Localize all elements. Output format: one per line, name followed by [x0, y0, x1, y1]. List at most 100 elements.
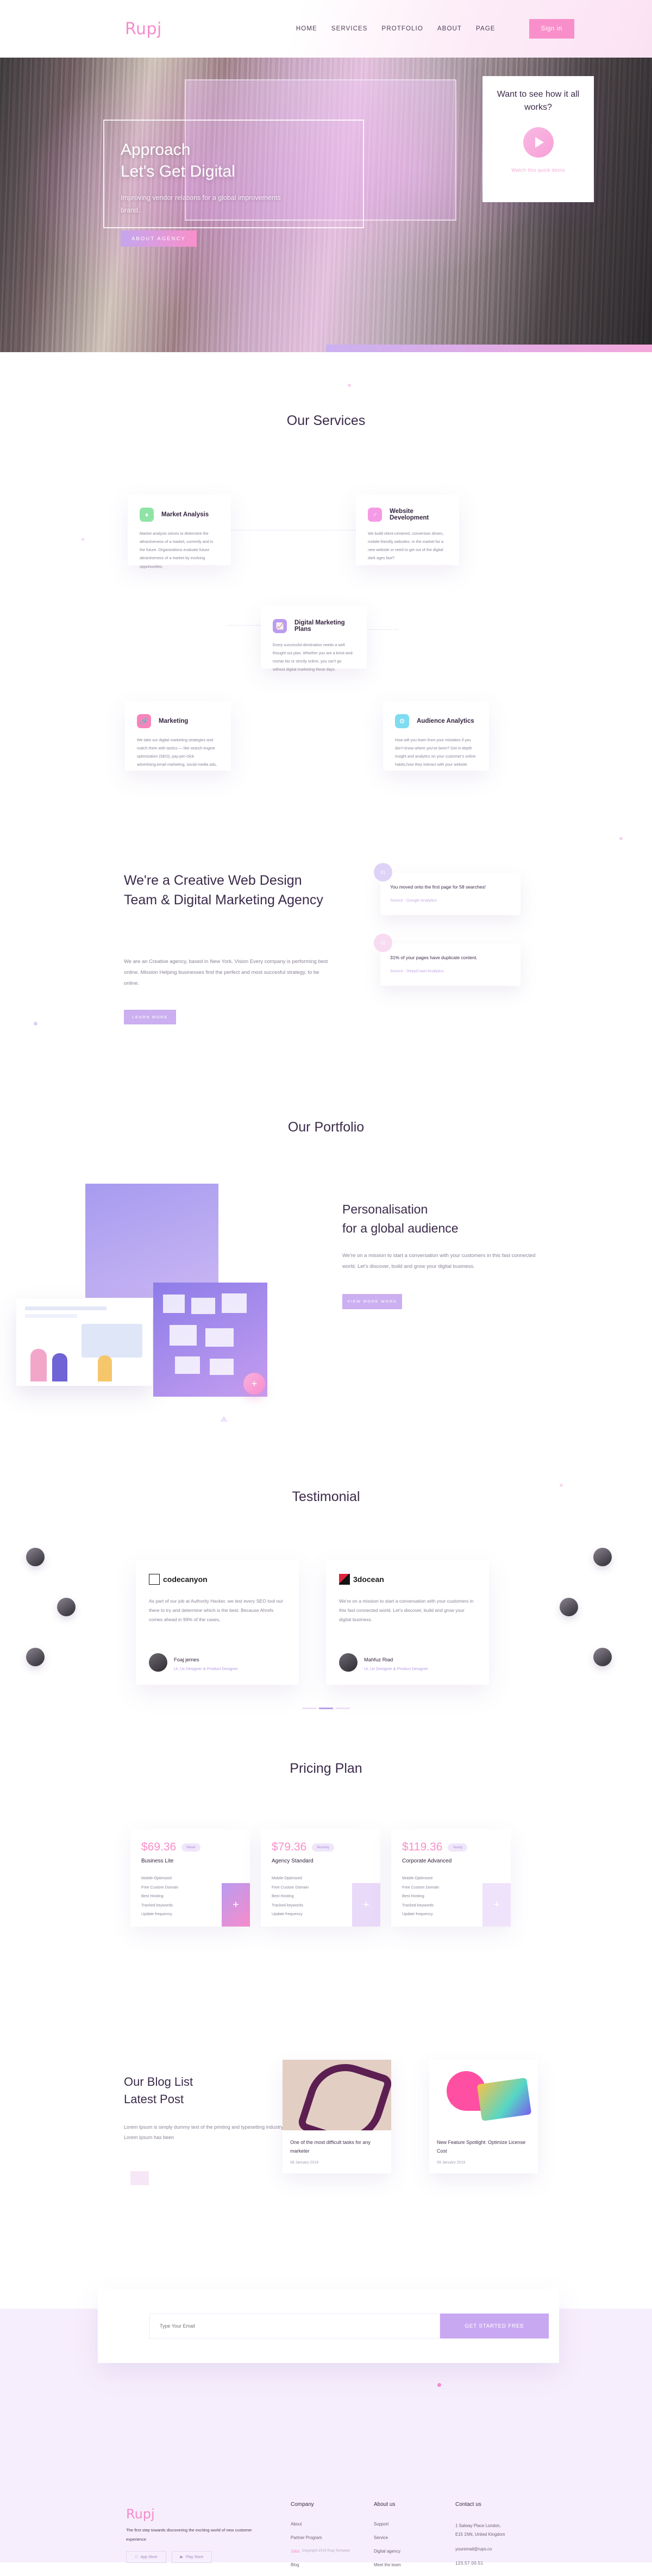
- view-more-work-button[interactable]: VIEW MORE WORK: [342, 1293, 402, 1309]
- about-agency-button[interactable]: ABOUT AGENCY: [121, 230, 197, 247]
- plan-name: Corporate Advanced: [402, 1858, 452, 1864]
- avatar: [26, 1648, 45, 1666]
- portfolio-title: Our Portfolio: [287, 1120, 365, 1135]
- hero-title-line2: Let's Get Digital: [121, 162, 235, 180]
- nav-item-home[interactable]: HOME: [296, 26, 317, 32]
- sign-in-button[interactable]: Sign in: [529, 19, 574, 39]
- video-promo-card: Want to see how it all works? Watch this…: [482, 76, 594, 202]
- subscribe-card: GET STARTED FREE: [98, 2289, 559, 2363]
- blog-post-card[interactable]: New Feature Spotlight: Optimize License …: [429, 2060, 538, 2174]
- get-started-free-button[interactable]: GET STARTED FREE: [440, 2314, 549, 2339]
- decorative-dot: [34, 1022, 37, 1026]
- footer-logo[interactable]: Rupj: [126, 2506, 155, 2522]
- testimonial-card: 3docean We're on a mission to start a co…: [326, 1560, 489, 1685]
- plan-name: Business Lite: [141, 1858, 174, 1864]
- avatar: [560, 1598, 578, 1616]
- brand-logo[interactable]: Rupj: [125, 20, 162, 39]
- app-store-label: App Store: [139, 2555, 158, 2559]
- decorative-dot: [619, 837, 623, 840]
- decorative-triangle: [220, 1416, 228, 1422]
- decorative-dot: [437, 2383, 441, 2387]
- hero-copy: Approach Let's Get Digital Improving ven…: [121, 139, 371, 217]
- stat-number: 01: [374, 863, 392, 881]
- plan-price: $69.36: [141, 1841, 177, 1853]
- 3docean-logo: 3docean: [339, 1574, 476, 1585]
- author-role: Ui, Ux Designer & Product Designer: [364, 1666, 428, 1671]
- play-store-button[interactable]: ▶ Play Store: [172, 2551, 212, 2563]
- testimonial-title: Testimonial: [292, 1489, 360, 1504]
- portfolio-heading-line1: Personalisation: [342, 1202, 428, 1216]
- footer-link-blog[interactable]: Blog: [291, 2562, 322, 2567]
- stat-text: You moved onto the first page for 58 sea…: [390, 884, 486, 890]
- carousel-dots[interactable]: [302, 1708, 350, 1709]
- service-card-digital-marketing-plans[interactable]: 📈 Digital Marketing Plans Every successf…: [261, 606, 367, 672]
- carousel-dot[interactable]: [336, 1708, 350, 1709]
- plus-icon[interactable]: +: [482, 1883, 511, 1927]
- service-title: Digital Marketing Plans: [294, 620, 345, 633]
- author-role: Ui, Ux Designer & Product Designer: [174, 1666, 238, 1671]
- portfolio-section: Our Portfolio + Personalisation for a gl…: [0, 1120, 652, 1456]
- blog-heading-line1: Our Blog List: [124, 2075, 193, 2089]
- avatar: [593, 1548, 612, 1566]
- portfolio-paragraph: We're on a mission to start a conversati…: [342, 1253, 536, 1270]
- plus-icon[interactable]: +: [352, 1883, 380, 1927]
- nav-item-portfolio[interactable]: PROTFOLIO: [382, 26, 423, 32]
- service-card-marketing[interactable]: 🔗 Marketing We take our digital marketin…: [125, 701, 231, 771]
- testimonial-text: We're on a mission to start a conversati…: [339, 1598, 474, 1623]
- footer-link-meet-the-team[interactable]: Meet the team: [374, 2562, 401, 2567]
- blog-post-thumbnail: [429, 2060, 538, 2130]
- blog-post-card[interactable]: One of the most difficult tasks for any …: [283, 2060, 391, 2174]
- nav-item-services[interactable]: SERVICES: [331, 26, 368, 32]
- plan-feature: Mobile-Optimized: [402, 1875, 432, 1880]
- stat-text: 31% of your pages have duplicate content…: [390, 955, 478, 960]
- play-store-label: Play Store: [186, 2555, 204, 2559]
- avatar: [149, 1653, 167, 1672]
- portfolio-heading-line2: for a global audience: [342, 1221, 459, 1235]
- service-text: We take our digital marketing strategies…: [137, 737, 217, 767]
- stat-card: 01 You moved onto the first page for 58 …: [374, 863, 521, 915]
- portfolio-image-illustration[interactable]: [16, 1299, 152, 1386]
- plan-feature: Mobile-Optimized: [141, 1875, 172, 1880]
- footer-link-partner-program[interactable]: Partner Program: [291, 2535, 322, 2540]
- play-icon: ▶: [180, 2555, 184, 2559]
- portfolio-image-lavender[interactable]: [85, 1184, 218, 1298]
- learn-more-button[interactable]: LEARN MORE: [124, 1010, 176, 1024]
- play-icon[interactable]: [523, 127, 554, 158]
- plan-feature: Mobile-Optimized: [272, 1875, 302, 1880]
- service-title: Marketing: [159, 718, 189, 724]
- decorative-dot: [82, 538, 84, 541]
- plus-icon[interactable]: +: [243, 1373, 265, 1395]
- chart-icon: 📈: [273, 619, 287, 633]
- footer-column-company: Company About Partner Program Jobs Blog: [291, 2502, 322, 2576]
- portfolio-copy: Personalisation for a global audience We…: [342, 1200, 570, 1309]
- service-title: Audience Analytics: [417, 718, 474, 724]
- plus-icon[interactable]: +: [222, 1883, 250, 1927]
- hero-subtitle: Improving vendor relations for a global …: [121, 194, 281, 215]
- service-card-market-analysis[interactable]: ♦ Market Analysis Market analysis strive…: [128, 495, 231, 569]
- copyright-text: Copyright 2019 Rupj Template: [302, 2549, 350, 2553]
- footer-link-support[interactable]: Support: [374, 2522, 401, 2527]
- blog-post-title: New Feature Spotlight: Optimize License …: [437, 2140, 526, 2154]
- blog-post-thumbnail: [283, 2060, 391, 2130]
- footer-link-service[interactable]: Service: [374, 2535, 401, 2540]
- footer-column-about-us: About us Support Service Digital agency …: [374, 2502, 401, 2576]
- service-card-audience-analytics[interactable]: ⚙ Audience Analytics How will you learn …: [383, 701, 489, 771]
- email-input[interactable]: [149, 2314, 440, 2339]
- testimonial-author: Mahfuz Riad Ui, Ux Designer & Product De…: [339, 1653, 428, 1672]
- pricing-card-corporate-advanced: $119.36 Yearly Corporate Advanced Mobile…: [391, 1829, 511, 1927]
- nav-item-page[interactable]: PAGE: [476, 26, 496, 32]
- footer-link-about[interactable]: About: [291, 2522, 322, 2527]
- avatar: [26, 1548, 45, 1566]
- plan-period: Week: [181, 1843, 200, 1852]
- carousel-dot[interactable]: [302, 1708, 316, 1709]
- blog-post-date: 09 January 2019: [437, 2161, 466, 2165]
- service-text: Every successful destination needs a wel…: [273, 642, 354, 672]
- blog-paragraph: Lorem Ipsum is simply dummy text of the …: [124, 2124, 284, 2140]
- app-store-button[interactable]:  App Store: [126, 2551, 166, 2563]
- carousel-dot-active[interactable]: [319, 1708, 333, 1709]
- contact-phone[interactable]: 123.57.00.51: [455, 2559, 569, 2568]
- plan-price: $119.36: [402, 1841, 443, 1853]
- footer-column-contact: Contact us 1 Salway Place London, E15 1N…: [455, 2502, 569, 2573]
- nav-item-about[interactable]: ABOUT: [437, 26, 462, 32]
- service-card-website-development[interactable]: ♂ Website Development We build client-ce…: [356, 495, 459, 565]
